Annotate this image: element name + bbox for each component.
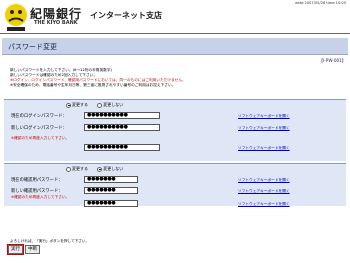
kiyo-bank-logo-icon [5,4,27,31]
confirm-change-label: 変更する [72,166,88,171]
submit-hint: よろしければ、「実行」ボタンを押して下さい。 [10,239,89,243]
login-nochange-label: 変更しない [103,102,124,107]
new-confirm-password-label: 新しい確認用パスワード： [11,189,63,194]
execute-button[interactable]: 実行 [7,244,24,255]
datetime: date:2007/05/28 time:15:05 [295,1,346,5]
login-confirm-note: ※確認のため再度入力して下さい。 [11,136,70,140]
current-login-password-input[interactable]: ●●●●●●●●●● [84,112,160,119]
title-bar: パスワード変更 [2,38,348,55]
confirm-confirm-note: ※確認のため再度入力して下さい。 [11,195,70,199]
confirm-keyboard-link-2[interactable]: ソフトウェアキーボードを開く [238,189,290,194]
login-keyboard-link-1[interactable]: ソフトウェアキーボードを開く [238,114,290,119]
confirm-nochange-label: 変更しない [103,166,124,171]
confirm-confirm-password-input[interactable]: ●●●●●●● [84,200,138,207]
current-confirm-password-input[interactable]: ●●●●●●● [84,176,138,183]
confirm-nochange-radio[interactable] [97,166,103,172]
new-confirm-password-input[interactable]: ●●●●●●● [84,187,138,194]
screen-id: 【I-PW-001】 [318,58,346,63]
confirm-keyboard-link-1[interactable]: ソフトウェアキーボードを開く [238,178,290,183]
login-keyboard-link-3[interactable]: ソフトウェアキーボードを開く [238,146,290,151]
intro-text: 新しいパスワードを入力して下さい。(6〜12桁の半角英数字) 新しいパスワードは… [10,68,186,88]
confirm-change-radio[interactable] [66,166,71,172]
intro-line-4: ※安全確保のため、電話番号や生年月日等、第三者に推測されやすい番号のご利用はお控… [10,83,176,87]
password-form: 変更する 変更しない 現在のログインパスワード： ●●●●●●●●●● ソフトウ… [4,99,346,207]
cancel-button[interactable]: 中断 [25,245,40,254]
login-keyboard-link-2[interactable]: ソフトウェアキーボードを開く [238,126,290,131]
login-password-section: 変更する 変更しない 現在のログインパスワード： ●●●●●●●●●● ソフトウ… [4,100,346,161]
login-change-label: 変更する [72,102,88,107]
new-login-password-label: 新しいログインパスワード： [11,126,67,131]
current-confirm-password-label: 現在の確認用パスワード： [11,178,63,183]
login-change-radio-group: 変更する 変更しない [66,102,131,108]
login-nochange-radio[interactable] [97,102,103,108]
login-change-radio[interactable] [66,102,71,108]
branch-name: インターネット支店 [90,11,162,20]
new-login-password-input[interactable]: ●●●●●●●●●● [84,124,160,131]
bank-name-en: THE KIYO BANK [34,20,78,26]
confirm-login-password-input[interactable]: ●●●●●●●●●● [84,144,160,151]
page-title: パスワード変更 [8,43,57,51]
header-divider [0,33,350,34]
confirm-password-section: 変更する 変更しない 現在の確認用パスワード： ●●●●●●● ソフトウェアキー… [4,163,346,207]
confirm-keyboard-link-3[interactable]: ソフトウェアキーボードを開く [238,202,290,207]
current-login-password-label: 現在のログインパスワード： [11,114,67,119]
confirm-change-radio-group: 変更する 変更しない [66,166,131,172]
